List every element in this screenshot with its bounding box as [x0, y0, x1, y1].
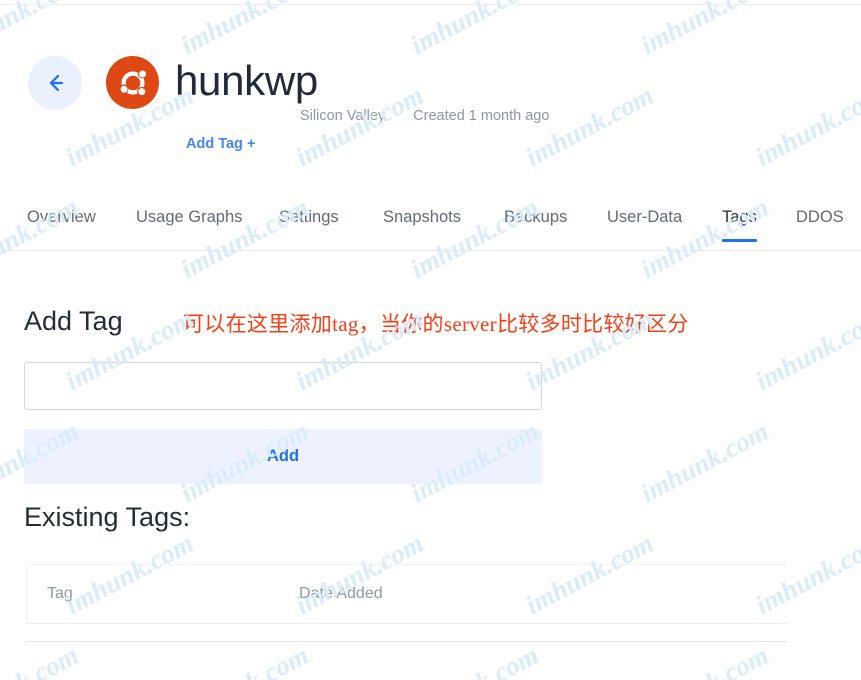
server-header: hunkwp Silicon Valley Created 1 month ag… [0, 0, 861, 180]
tags-table-body [26, 624, 788, 642]
tags-table-header-row: Tag Date Added [26, 564, 788, 624]
server-created: Created 1 month ago [413, 108, 550, 124]
annotation-note: 可以在这里添加tag，当你的server比较多时比较好区分 [183, 312, 689, 336]
tab-settings[interactable]: Settings [279, 206, 339, 242]
tags-table: Tag Date Added [26, 564, 788, 642]
page-frame: hunkwp Silicon Valley Created 1 month ag… [0, 0, 861, 680]
add-tag-button[interactable]: Add [24, 429, 542, 484]
tab-backups[interactable]: Backups [504, 206, 567, 242]
server-meta: Silicon Valley Created 1 month ago [300, 108, 549, 124]
add-tag-link[interactable]: Add Tag + [186, 136, 255, 152]
back-button[interactable] [28, 56, 82, 110]
tag-name-input[interactable] [24, 362, 542, 410]
column-header-date-added: Date Added [299, 585, 383, 602]
tab-overview[interactable]: Overview [27, 206, 96, 242]
tags-panel: Add Tag 可以在这里添加tag，当你的server比较多时比较好区分 Ad… [0, 251, 861, 680]
tab-ddos[interactable]: DDOS [796, 206, 844, 242]
existing-tags-heading: Existing Tags: [24, 502, 191, 532]
server-region: Silicon Valley [300, 108, 386, 124]
tab-usage-graphs[interactable]: Usage Graphs [136, 206, 242, 242]
column-header-tag: Tag [47, 585, 73, 602]
tab-user-data[interactable]: User-Data [607, 206, 682, 242]
ubuntu-logo-icon [106, 56, 159, 109]
tab-bar: Overview Usage Graphs Settings Snapshots… [0, 206, 861, 251]
tab-snapshots[interactable]: Snapshots [383, 206, 461, 242]
arrow-left-icon [42, 70, 68, 96]
page-title: hunkwp [175, 57, 318, 104]
tab-tags[interactable]: Tags [722, 206, 757, 242]
add-tag-heading: Add Tag [24, 306, 123, 336]
